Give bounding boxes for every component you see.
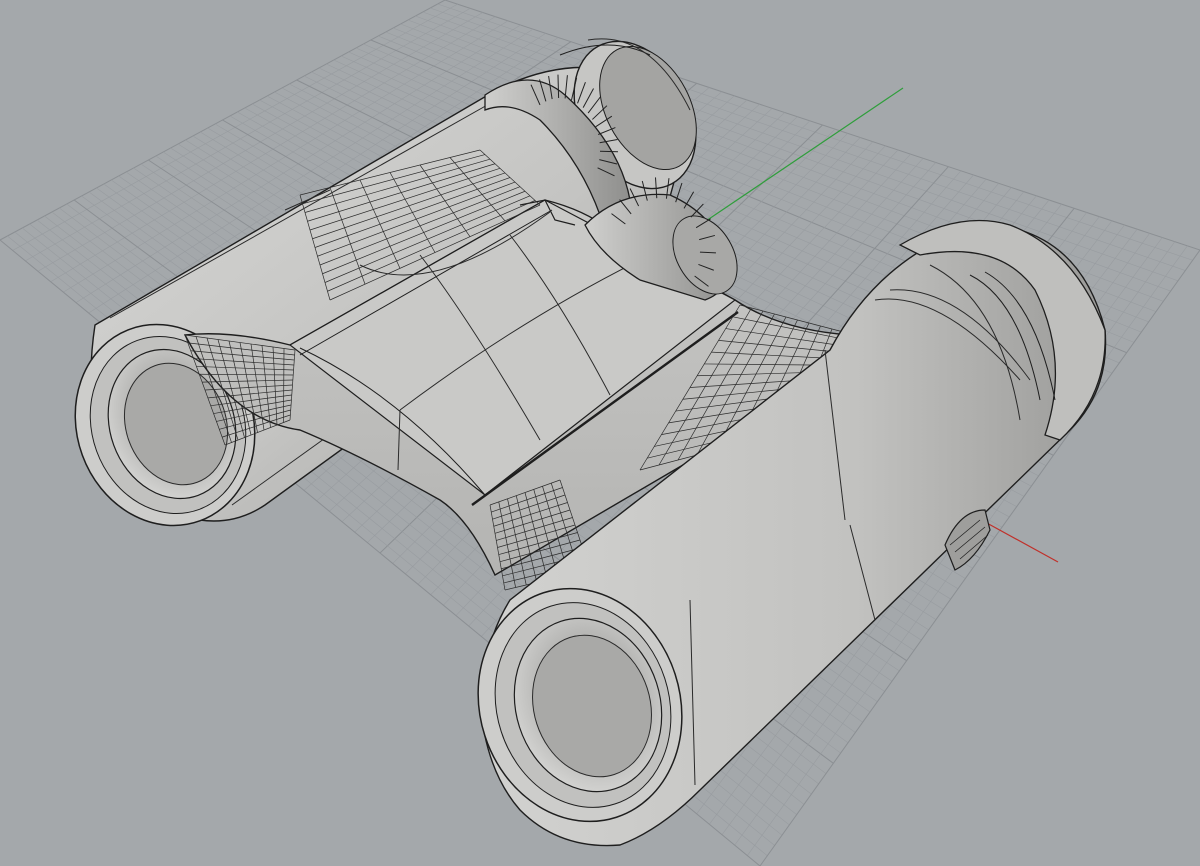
y-axis-line	[699, 87, 904, 226]
knurl-tick	[599, 150, 618, 153]
x-axis-line	[984, 521, 1059, 563]
knurl-tick	[557, 74, 560, 99]
perspective-viewport[interactable]	[0, 0, 1200, 866]
viewport-canvas[interactable]	[0, 0, 1200, 866]
